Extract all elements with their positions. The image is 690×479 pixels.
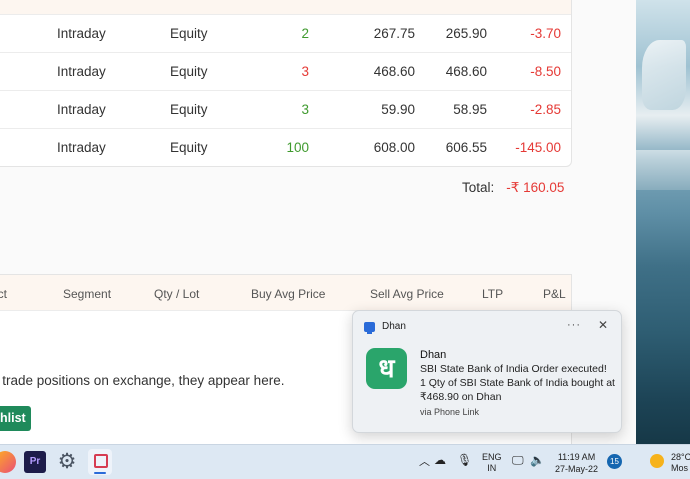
table-row[interactable]: Intraday Equity 3 468.60 468.60 -8.50 — [0, 53, 571, 91]
sell-avg-cell: 265.90 — [445, 26, 487, 41]
avatar-app-icon[interactable] — [0, 451, 16, 473]
microphone-icon[interactable]: 🎙 — [457, 453, 472, 479]
header-pnl: P&L — [543, 287, 566, 301]
segment-cell: Equity — [170, 140, 208, 155]
total-value: -₹ 160.05 — [506, 180, 565, 195]
pnl-cell: -145.00 — [515, 140, 561, 155]
buy-avg-cell: 267.75 — [373, 26, 415, 41]
premiere-pro-icon[interactable]: Pr — [24, 451, 46, 473]
volume-icon[interactable]: 🔈 — [530, 453, 545, 479]
product-cell: Intraday — [57, 64, 106, 79]
wallpaper-iceberg — [642, 40, 686, 110]
buy-avg-cell: 468.60 — [373, 64, 415, 79]
language-code: ENG — [482, 452, 502, 462]
clock-time: 11:19 AM — [557, 452, 596, 462]
positions-table-header — [0, 0, 571, 15]
clock-date: 27-May-22 — [555, 464, 599, 474]
monitor-icon — [364, 322, 375, 334]
more-icon[interactable]: ··· — [567, 319, 581, 331]
notification-line-2: 1 Qty of SBI State Bank of India bought … — [420, 377, 615, 403]
notification-app-name: Dhan — [382, 321, 406, 332]
weather-widget[interactable]: 28°C Mos — [671, 452, 690, 479]
sell-avg-cell: 468.60 — [445, 64, 487, 79]
taskbar: Pr ⚙ ︿ ☁ 🎙 ENG IN 🖵 🔈 11:19 AM 27-May-22… — [0, 444, 690, 479]
pnl-cell: -8.50 — [530, 64, 561, 79]
header-segment: Segment — [63, 287, 112, 301]
positions-table: Intraday Equity 2 267.75 265.90 -3.70 In… — [0, 0, 572, 167]
header-buy-avg-price: Buy Avg Price — [251, 287, 326, 301]
header-ltp: LTP — [482, 287, 504, 301]
settings-gear-icon[interactable]: ⚙ — [56, 451, 78, 473]
notification-line-1: SBI State Bank of India Order executed! — [420, 363, 607, 375]
buy-avg-cell: 608.00 — [373, 140, 415, 155]
weather-temperature: 28°C — [671, 452, 690, 462]
qty-cell: 2 — [301, 26, 309, 41]
product-cell: Intraday — [57, 140, 106, 155]
header-product: uct — [0, 287, 8, 301]
close-icon[interactable]: ✕ — [598, 318, 608, 332]
closed-positions-header: uct Segment Qty / Lot Buy Avg Price Sell… — [0, 275, 571, 311]
dhan-logo-icon: ध — [366, 348, 407, 389]
pnl-cell: -3.70 — [530, 26, 561, 41]
notification-toast[interactable]: Dhan ··· ✕ ध Dhan SBI State Bank of Indi… — [352, 310, 622, 433]
sell-avg-cell: 58.95 — [453, 102, 487, 117]
qty-cell: 100 — [286, 140, 309, 155]
segment-cell: Equity — [170, 26, 208, 41]
header-sell-avg-price: Sell Avg Price — [370, 287, 444, 301]
product-cell: Intraday — [57, 102, 106, 117]
clock[interactable]: 11:19 AM 27-May-22 — [555, 451, 598, 479]
buy-avg-cell: 59.90 — [381, 102, 415, 117]
notification-body: SBI State Bank of India Order executed! … — [420, 362, 616, 404]
desktop-wallpaper — [636, 0, 690, 444]
weather-condition: Mos — [671, 463, 689, 473]
onedrive-cloud-icon[interactable]: ☁ — [434, 453, 446, 479]
weather-sun-icon[interactable] — [650, 454, 664, 468]
watchlist-button[interactable]: hlist — [0, 406, 31, 431]
table-row[interactable]: Intraday Equity 2 267.75 265.90 -3.70 — [0, 15, 571, 53]
segment-cell: Equity — [170, 102, 208, 117]
segment-cell: Equity — [170, 64, 208, 79]
table-row[interactable]: Intraday Equity 100 608.00 606.55 -145.0… — [0, 129, 571, 167]
pnl-cell: -2.85 — [530, 102, 561, 117]
snipping-tool-icon[interactable] — [88, 449, 112, 475]
wallpaper-ice-shelf — [636, 150, 690, 190]
show-hidden-icons-chevron-icon[interactable]: ︿ — [419, 453, 430, 479]
qty-cell: 3 — [301, 102, 309, 117]
region-code: IN — [487, 463, 497, 473]
total-label: Total: — [462, 180, 495, 195]
language-indicator[interactable]: ENG IN — [482, 452, 502, 479]
qty-cell: 3 — [301, 64, 309, 79]
notification-title: Dhan — [420, 349, 447, 361]
table-row[interactable]: Intraday Equity 3 59.90 58.95 -2.85 — [0, 91, 571, 129]
sell-avg-cell: 606.55 — [445, 140, 487, 155]
product-cell: Intraday — [57, 26, 106, 41]
notification-count-badge[interactable]: 15 — [607, 454, 622, 469]
notification-source: via Phone Link — [420, 407, 480, 417]
network-icon[interactable]: 🖵 — [512, 453, 524, 479]
positions-total: Total: -₹ 160.05 — [462, 180, 564, 196]
empty-state-message: n trade positions on exchange, they appe… — [0, 373, 285, 388]
header-qty-lot: Qty / Lot — [154, 287, 200, 301]
